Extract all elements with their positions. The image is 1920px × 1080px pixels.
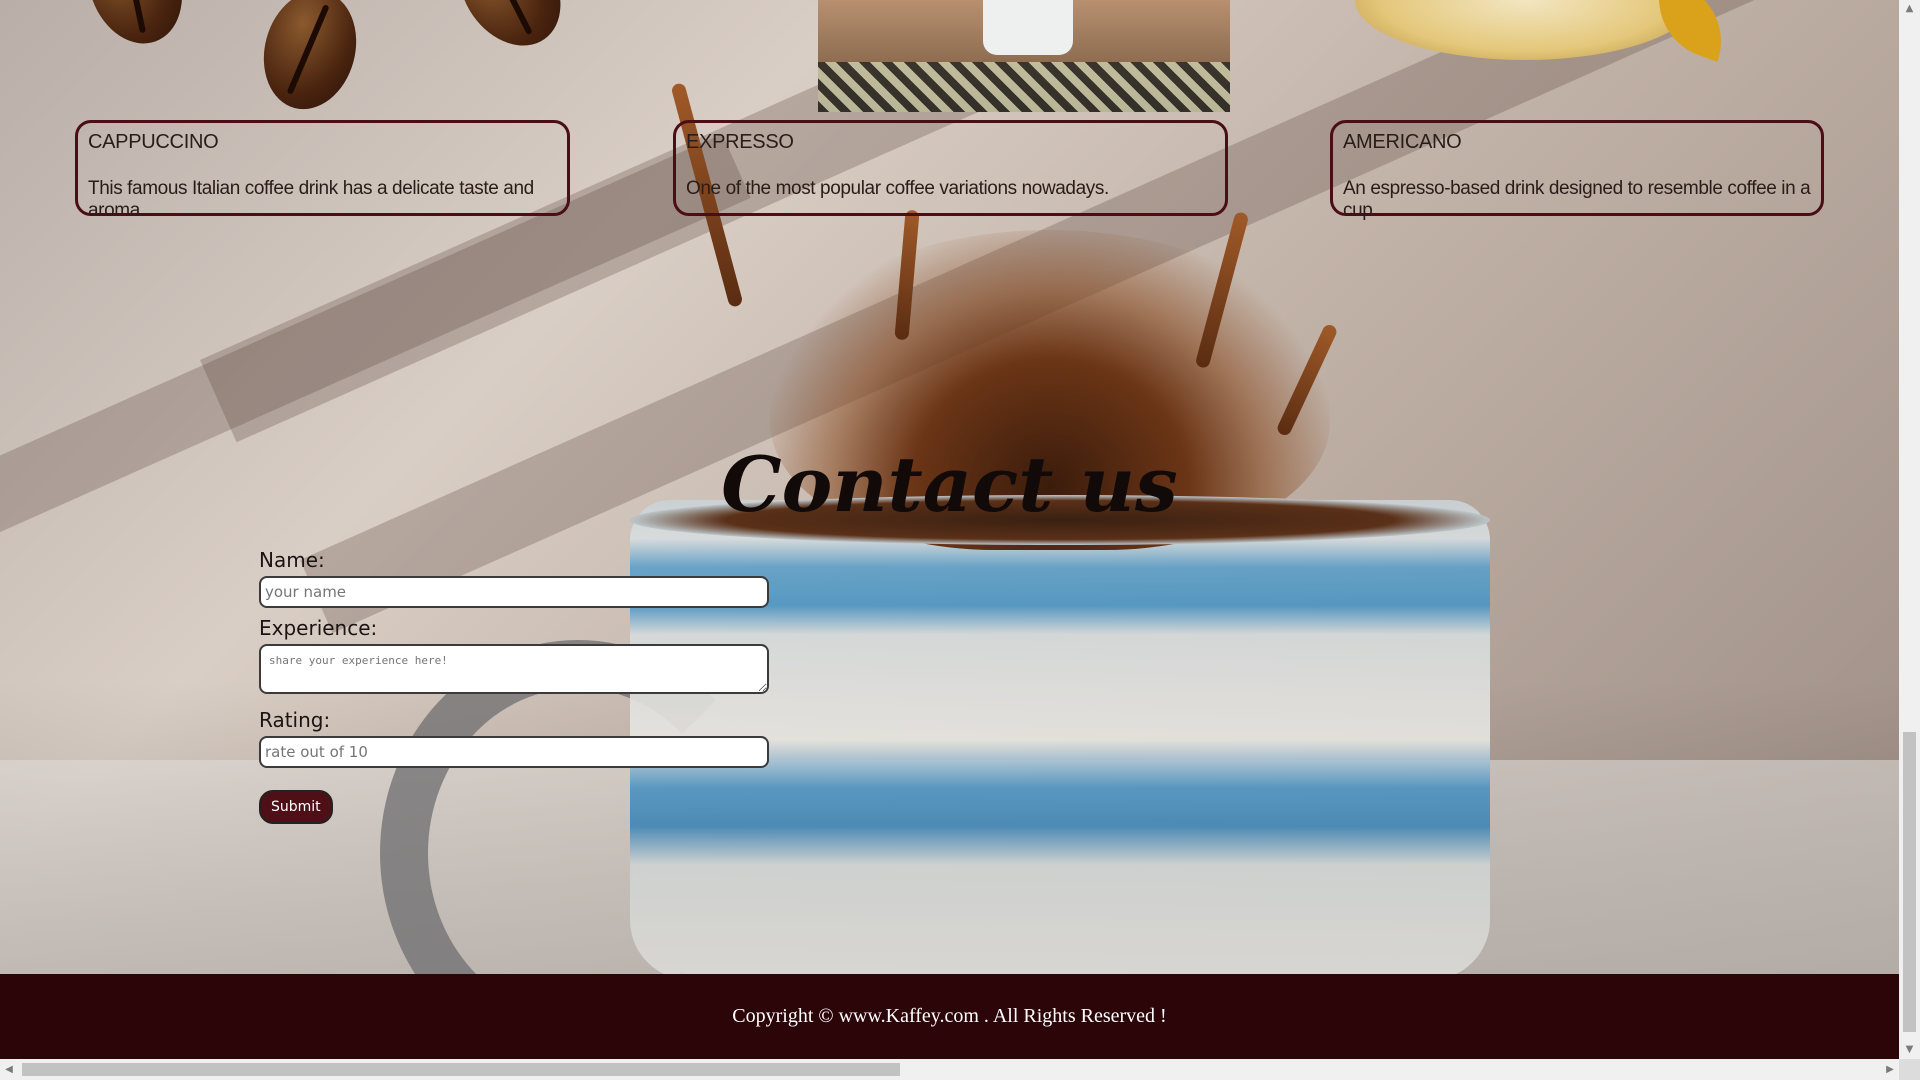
- card-title: AMERICANO: [1343, 131, 1462, 153]
- card-description: One of the most popular coffee variation…: [686, 178, 1109, 199]
- scroll-right-icon[interactable]: ▶: [1881, 1059, 1899, 1080]
- card-cappuccino: CAPPUCCINO This famous Italian coffee dr…: [75, 120, 570, 221]
- name-input[interactable]: [259, 576, 769, 608]
- card-title: EXPRESSO: [686, 131, 794, 153]
- experience-label: Experience:: [259, 616, 378, 640]
- contact-form: Name: Experience: Rating: Submit: [259, 548, 769, 824]
- contact-heading: Contact us: [721, 440, 1178, 529]
- card-description: An espresso-based drink designed to rese…: [1343, 178, 1811, 221]
- rating-label: Rating:: [259, 708, 331, 732]
- horizontal-scroll-thumb[interactable]: [22, 1063, 900, 1076]
- card-americano: AMERICANO An espresso-based drink design…: [1330, 120, 1824, 221]
- card-description: This famous Italian coffee drink has a d…: [88, 178, 534, 221]
- scroll-down-icon[interactable]: ▼: [1899, 1041, 1920, 1059]
- scroll-up-icon[interactable]: ▲: [1899, 0, 1920, 18]
- vertical-scroll-thumb[interactable]: [1903, 732, 1916, 1032]
- experience-textarea[interactable]: [259, 644, 769, 694]
- rating-input[interactable]: [259, 736, 769, 768]
- vertical-scrollbar[interactable]: ▲ ▼: [1899, 0, 1920, 1059]
- copyright-text: Copyright © www.Kaffey.com . All Rights …: [732, 1005, 1167, 1027]
- horizontal-scrollbar[interactable]: ◀ ▶: [0, 1059, 1899, 1080]
- scroll-left-icon[interactable]: ◀: [0, 1059, 18, 1080]
- card-title: CAPPUCCINO: [88, 131, 219, 153]
- card-expresso: EXPRESSO One of the most popular coffee …: [673, 120, 1228, 216]
- footer: Copyright © www.Kaffey.com . All Rights …: [0, 974, 1899, 1059]
- submit-button[interactable]: Submit: [259, 790, 333, 824]
- name-label: Name:: [259, 548, 325, 572]
- scrollbar-corner: [1899, 1059, 1920, 1080]
